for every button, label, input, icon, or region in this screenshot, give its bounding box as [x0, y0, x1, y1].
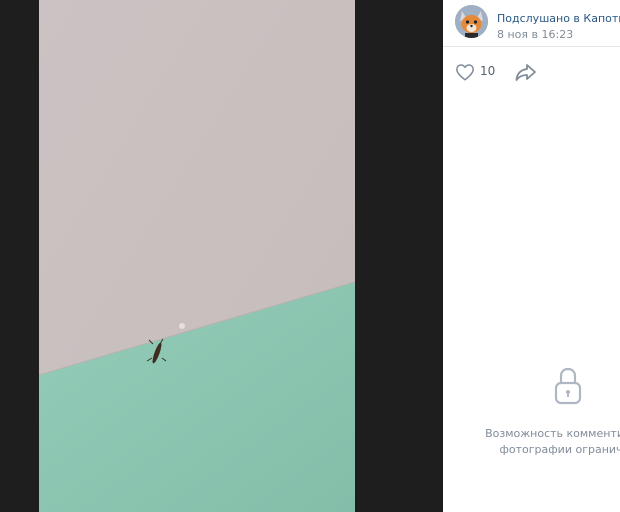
heart-icon	[456, 64, 474, 81]
notice-line-1: Возможность комментирова	[485, 427, 620, 440]
lock-icon	[554, 367, 582, 405]
comments-restricted-text: Возможность комментирова фотографии огра…	[473, 426, 620, 458]
post-actions: 10	[455, 60, 620, 84]
post-sidebar: Подслушано в Капотне 8 ноя в 16:23 10 Во…	[443, 0, 620, 512]
post-date[interactable]: 8 ноя в 16:23	[497, 28, 573, 41]
divider	[443, 46, 620, 47]
fox-avatar-icon[interactable]	[455, 5, 488, 38]
share-arrow-icon	[515, 64, 536, 81]
share-button[interactable]	[514, 62, 538, 84]
author-name-link[interactable]: Подслушано в Капотне	[497, 12, 620, 25]
like-count: 10	[480, 64, 496, 78]
post-author: Подслушано в Капотне 8 ноя в 16:23	[455, 5, 620, 41]
photo-viewer	[0, 0, 443, 512]
post-photo[interactable]	[39, 0, 355, 512]
notice-line-2: фотографии ограничен	[499, 443, 620, 456]
like-button[interactable]: 10	[455, 60, 503, 84]
wall-photo-image	[39, 0, 355, 512]
